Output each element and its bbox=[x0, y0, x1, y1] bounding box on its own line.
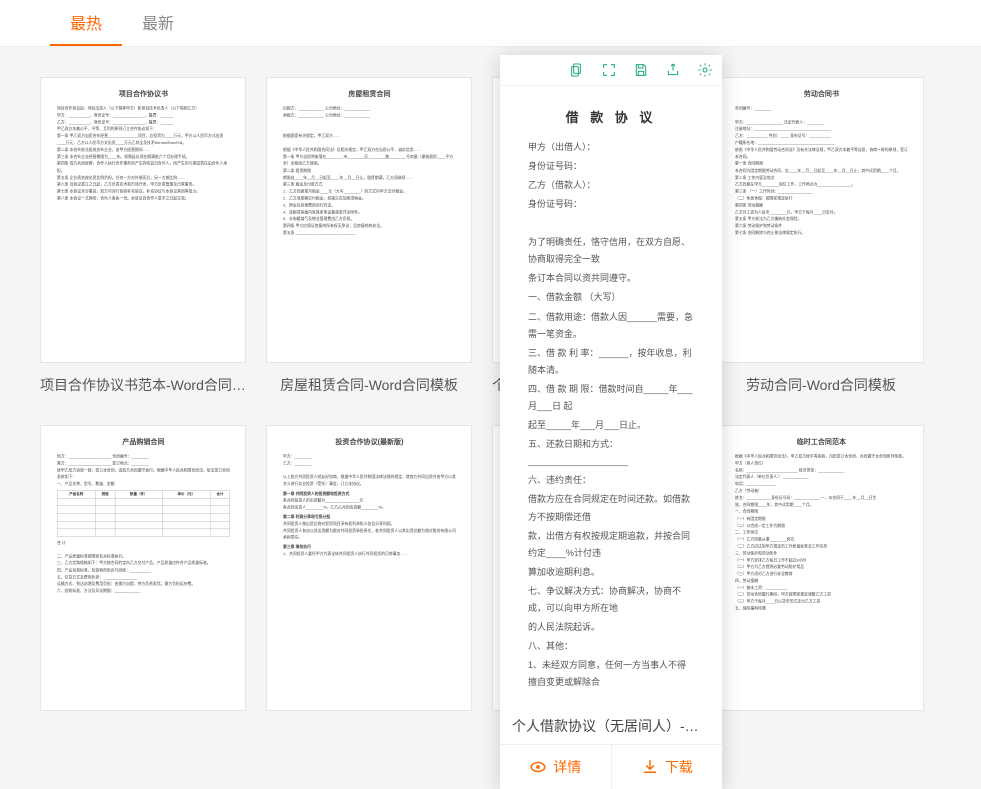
doc-body: 合同编号：________ 甲方：_________________ 法定代表人… bbox=[735, 105, 908, 236]
preview-line: 款，出借方有权按规定期追款，并按合同约定____%计付违 bbox=[528, 528, 694, 562]
tab-hot[interactable]: 最热 bbox=[50, 0, 122, 46]
fullscreen-icon[interactable] bbox=[600, 61, 618, 79]
template-thumbnail[interactable]: 劳动合同书合同编号：________ 甲方：_________________ … bbox=[718, 77, 924, 363]
preview-line: 八、其他： bbox=[528, 638, 694, 655]
doc-title: 临时工合同范本 bbox=[735, 436, 908, 449]
doc-title: 投资合作协议(最新版) bbox=[283, 436, 456, 449]
preview-line: 身份证号码： bbox=[528, 196, 694, 213]
section-heading: 第二章 利润分享和亏损分担 bbox=[283, 513, 456, 520]
preview-line: 四、借 款 期 限：借款时间自_____年___月___日 起 bbox=[528, 381, 694, 415]
template-thumbnail[interactable]: 投资合作协议(最新版) 甲方：________ 乙方：________ 以上各方… bbox=[266, 425, 472, 711]
doc-body: 根据《中华人民共和国劳动法》，甲乙双方经平等协商，自愿签订本合同，共同遵守本合同… bbox=[735, 453, 908, 612]
doc-body: 各共同投资人的出资额为________________元 各共同出资人_____… bbox=[283, 497, 456, 511]
copy-icon[interactable] bbox=[568, 61, 586, 79]
template-caption[interactable]: 项目合作协议书范本-Word合同模板 bbox=[40, 375, 246, 395]
template-grid: 项目合作协议书项目合作协议由：项目出资人（以下简称甲方）和项目技术负责人（以下简… bbox=[0, 47, 981, 741]
doc-body: 项目合作协议由：项目出资人（以下简称甲方）和项目技术负责人（以下简称乙方） 甲方… bbox=[57, 105, 230, 202]
doc-title: 劳动合同书 bbox=[735, 88, 908, 101]
filter-tabs: 最热 最新 bbox=[0, 0, 981, 47]
popover-toolbar bbox=[500, 55, 722, 86]
section-heading: 第一章 共同投资人的投资额和投资方式 bbox=[283, 490, 456, 497]
download-button[interactable]: 下载 bbox=[611, 745, 723, 789]
template-thumbnail[interactable]: 房屋租赁合同出租方：____________ 公司地址：____________… bbox=[266, 77, 472, 363]
doc-body: 供方：____________________ 合同编号：________ 需方… bbox=[57, 453, 230, 488]
preview-line: 三、借 款 利 率：______，按年收息，利随本清。 bbox=[528, 345, 694, 379]
template-card: 房屋租赁合同出租方：____________ 公司地址：____________… bbox=[266, 77, 472, 395]
doc-body: 1．共同投资人委托甲方代表全体共同投资人执行共同投资的日常事务…… bbox=[283, 551, 456, 558]
preview-line: 乙方（借款人）： bbox=[528, 177, 694, 194]
product-table: 产品名称规格数量（件）单价（元）合计 bbox=[57, 490, 230, 536]
template-card: 产品购销合同 供方：____________________ 合同编号：____… bbox=[40, 425, 246, 711]
template-card: 临时工合同范本 根据《中华人民共和国劳动法》，甲乙双方经平等协商，自愿签订本合同… bbox=[718, 425, 924, 711]
template-card: 劳动合同书合同编号：________ 甲方：_________________ … bbox=[718, 77, 924, 395]
preview-line: 二、借款用途：借款人因______需要，急需一笔资金。 bbox=[528, 309, 694, 343]
download-icon bbox=[641, 758, 659, 776]
template-caption[interactable]: 劳动合同-Word合同模板 bbox=[718, 375, 924, 395]
template-thumbnail[interactable]: 临时工合同范本 根据《中华人民共和国劳动法》，甲乙双方经平等协商，自愿签订本合同… bbox=[718, 425, 924, 711]
preview-line: 七、争议解决方式：协商解决，协商不成，可以向甲方所在地 bbox=[528, 583, 694, 617]
doc-body: 出租方：____________ 公司地址：____________ 承租方：_… bbox=[283, 105, 456, 236]
template-thumbnail[interactable]: 项目合作协议书项目合作协议由：项目出资人（以下简称甲方）和项目技术负责人（以下简… bbox=[40, 77, 246, 363]
details-label: 详情 bbox=[553, 757, 581, 777]
preview-line: 算加收逾期利息。 bbox=[528, 564, 694, 581]
preview-popover: 借 款 协 议 甲方（出借人）： 身份证号码： 乙方（借款人）： 身份证号码： 为了明… bbox=[500, 55, 722, 789]
download-label: 下载 bbox=[665, 757, 693, 777]
popover-actions: 详情 下载 bbox=[500, 744, 722, 789]
preview-doc-title: 借 款 协 议 bbox=[528, 106, 694, 131]
preview-line: 的人民法院起诉。 bbox=[528, 619, 694, 636]
section-heading: 第三章 事务执行 bbox=[283, 544, 456, 551]
preview-line: 条订本合同以资共同遵守。 bbox=[528, 270, 694, 287]
preview-line: 甲方（出借人）： bbox=[528, 139, 694, 156]
share-icon[interactable] bbox=[664, 61, 682, 79]
preview-line: 六、违约责任： bbox=[528, 472, 694, 489]
doc-body: 共同投资人按出资比例对投资项目享有权利承担义务及分享利润。 共同投资人各自以其出… bbox=[283, 520, 456, 541]
eye-icon bbox=[529, 758, 547, 776]
preview-line: 五、还款日期和方式：____________________ bbox=[528, 436, 694, 470]
preview-line: 起至_____年___月___日止。 bbox=[528, 417, 694, 434]
doc-body: 合 计 二、产品质量标准按国家有关标准执行。 三、乙方定购规格如下：甲方按合同约… bbox=[57, 539, 230, 594]
doc-body: 甲方：________ 乙方：________ 以上各方共同投资人经友好协商，根… bbox=[283, 453, 456, 488]
preview-line: 1、未经双方同意，任何一方当事人不得擅自变更或解除合 bbox=[528, 657, 694, 691]
template-card: 投资合作协议(最新版) 甲方：________ 乙方：________ 以上各方… bbox=[266, 425, 472, 711]
preview-line: 身份证号码： bbox=[528, 158, 694, 175]
template-thumbnail[interactable]: 产品购销合同 供方：____________________ 合同编号：____… bbox=[40, 425, 246, 711]
doc-title: 项目合作协议书 bbox=[57, 88, 230, 101]
preview-line: 借款方应在合同规定在时间还款。如借款方不按期偿还借 bbox=[528, 491, 694, 525]
preview-line: 为了明确责任，恪守信用，在双方自愿、协商取得完全一致 bbox=[528, 234, 694, 268]
preview-body: 借 款 协 议 甲方（出借人）： 身份证号码： 乙方（借款人）： 身份证号码： 为了明… bbox=[500, 86, 722, 708]
details-button[interactable]: 详情 bbox=[500, 745, 611, 789]
settings-icon[interactable] bbox=[696, 61, 714, 79]
popover-caption: 个人借款协议（无居间人）-Word... bbox=[500, 708, 722, 744]
doc-title: 房屋租赁合同 bbox=[283, 88, 456, 101]
preview-line bbox=[528, 215, 694, 232]
template-card: 项目合作协议书项目合作协议由：项目出资人（以下简称甲方）和项目技术负责人（以下简… bbox=[40, 77, 246, 395]
template-caption[interactable]: 房屋租赁合同-Word合同模板 bbox=[266, 375, 472, 395]
preview-line: 一、借款金额 （大写） bbox=[528, 289, 694, 306]
tab-new[interactable]: 最新 bbox=[122, 0, 194, 46]
doc-title: 产品购销合同 bbox=[57, 436, 230, 449]
save-icon[interactable] bbox=[632, 61, 650, 79]
